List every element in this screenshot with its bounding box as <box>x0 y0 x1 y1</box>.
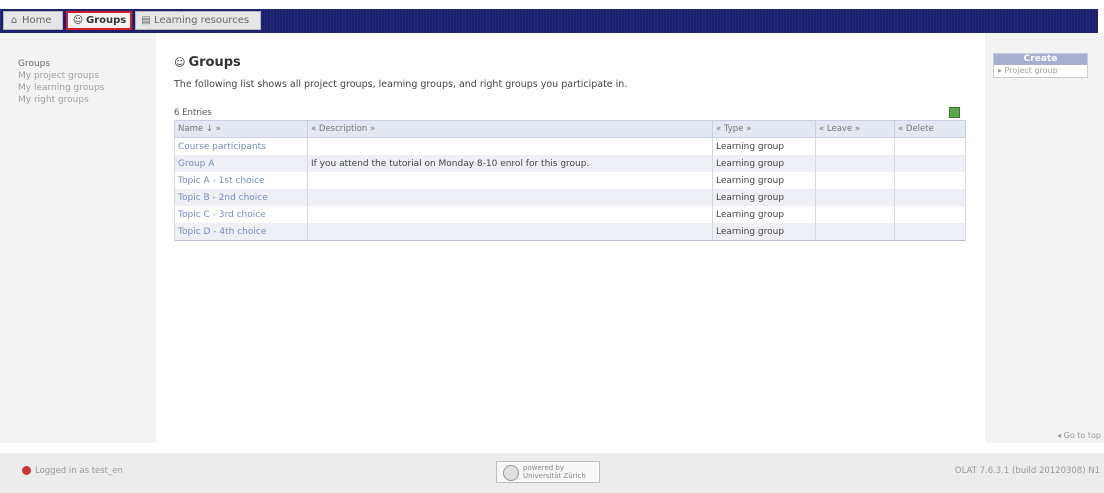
group-type: Learning group <box>712 189 816 206</box>
leave-cell <box>815 155 895 172</box>
column-header-delete[interactable]: « Delete <box>894 120 966 138</box>
group-description <box>307 137 713 155</box>
groups-table: Name ↓ » « Description » « Type » « Leav… <box>174 120 966 241</box>
group-name-link[interactable]: Group A <box>174 155 308 172</box>
delete-cell <box>894 223 966 241</box>
group-name-link[interactable]: Topic B - 2nd choice <box>174 189 308 206</box>
leave-cell <box>815 206 895 223</box>
table-row: Topic A - 1st choice Learning group <box>174 172 966 189</box>
create-project-group-link[interactable]: ▸ Project group <box>994 65 1087 77</box>
tab-groups-label: Groups <box>86 15 127 26</box>
group-type: Learning group <box>712 223 816 241</box>
groups-icon: ☺ <box>72 15 84 26</box>
column-header-type[interactable]: « Type » <box>712 120 816 138</box>
table-row: Group A If you attend the tutorial on Mo… <box>174 155 966 172</box>
leave-cell <box>815 223 895 241</box>
learning-resources-icon: ▤ <box>141 15 151 26</box>
page-description: The following list shows all project gro… <box>174 79 628 90</box>
group-description: If you attend the tutorial on Monday 8-1… <box>307 155 713 172</box>
tab-groups[interactable]: ☺ Groups <box>66 11 132 30</box>
logged-in-status: Logged in as test_en <box>22 466 123 476</box>
delete-cell <box>894 206 966 223</box>
powered-by-badge[interactable]: powered by Universität Zürich <box>496 461 600 483</box>
create-box-title: Create <box>994 54 1087 65</box>
sidebar-item-my-right-groups[interactable]: My right groups <box>18 95 89 105</box>
column-header-leave[interactable]: « Leave » <box>815 120 895 138</box>
delete-cell <box>894 155 966 172</box>
tab-learning-resources[interactable]: ▤ Learning resources <box>135 11 261 30</box>
sidebar: Groups My project groups My learning gro… <box>0 33 156 443</box>
go-to-top-link[interactable]: ◂ Go to top <box>1057 431 1101 440</box>
version-info: OLAT 7.6.3.1 (build 20120308) N1 <box>954 466 1100 476</box>
group-description <box>307 189 713 206</box>
table-settings-icon[interactable] <box>949 107 960 118</box>
sidebar-item-my-project-groups[interactable]: My project groups <box>18 71 99 81</box>
groups-icon: ☺ <box>174 56 186 69</box>
delete-cell <box>894 189 966 206</box>
delete-cell <box>894 137 966 155</box>
footer: Logged in as test_en powered by Universi… <box>0 453 1104 493</box>
group-description <box>307 206 713 223</box>
group-description <box>307 223 713 241</box>
powered-by-text: powered by Universität Zürich <box>523 464 586 480</box>
page-title-text: Groups <box>188 55 241 70</box>
page-title: ☺ Groups <box>174 55 241 70</box>
logged-in-text: Logged in as test_en <box>35 466 123 476</box>
sidebar-item-groups[interactable]: Groups <box>18 59 50 69</box>
column-header-name[interactable]: Name ↓ » <box>174 120 308 138</box>
group-type: Learning group <box>712 172 816 189</box>
leave-cell <box>815 172 895 189</box>
table-row: Topic D - 4th choice Learning group <box>174 223 966 241</box>
column-header-description[interactable]: « Description » <box>307 120 713 138</box>
create-box: Create ▸ Project group <box>993 53 1088 78</box>
entries-count: 6 Entries <box>174 108 212 118</box>
group-description <box>307 172 713 189</box>
group-name-link[interactable]: Topic D - 4th choice <box>174 223 308 241</box>
leave-cell <box>815 189 895 206</box>
table-row: Course participants Learning group <box>174 137 966 155</box>
university-logo-icon <box>503 465 519 481</box>
leave-cell <box>815 137 895 155</box>
group-name-link[interactable]: Topic A - 1st choice <box>174 172 308 189</box>
top-navigation-bar: ⌂ Home ☺ Groups ▤ Learning resources <box>0 9 1098 33</box>
right-sidebar: Create ▸ Project group ◂ Go to top <box>985 33 1104 443</box>
user-status-icon <box>22 466 31 475</box>
group-type: Learning group <box>712 155 816 172</box>
group-name-link[interactable]: Topic C - 3rd choice <box>174 206 308 223</box>
table-row: Topic B - 2nd choice Learning group <box>174 189 966 206</box>
table-header-row: Name ↓ » « Description » « Type » « Leav… <box>174 120 966 138</box>
group-name-link[interactable]: Course participants <box>174 137 308 155</box>
tab-home-label: Home <box>22 15 52 26</box>
group-type: Learning group <box>712 137 816 155</box>
sidebar-item-my-learning-groups[interactable]: My learning groups <box>18 83 104 93</box>
tab-learning-resources-label: Learning resources <box>154 15 250 26</box>
home-icon: ⌂ <box>10 15 18 26</box>
delete-cell <box>894 172 966 189</box>
group-type: Learning group <box>712 206 816 223</box>
table-row: Topic C - 3rd choice Learning group <box>174 206 966 223</box>
tab-home[interactable]: ⌂ Home <box>3 11 63 30</box>
